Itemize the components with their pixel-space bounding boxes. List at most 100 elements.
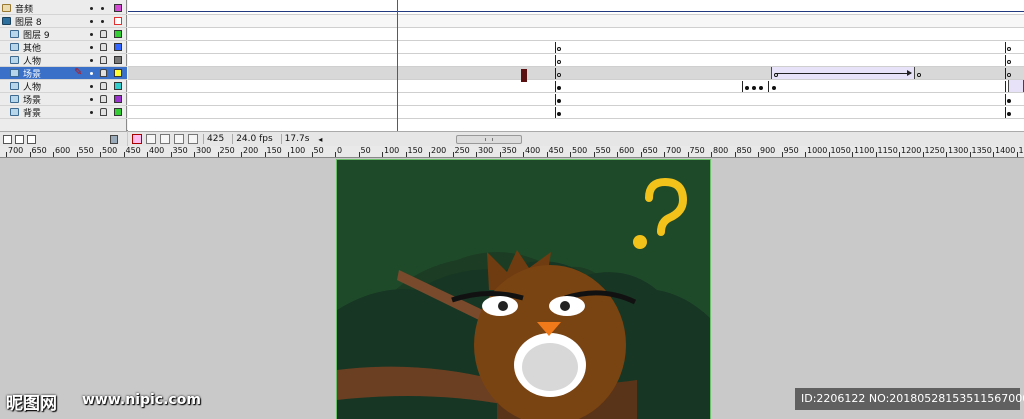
layer-row-audio[interactable]: 音频 (0, 2, 127, 15)
lock-icon[interactable] (100, 82, 107, 90)
lock-toggle[interactable] (101, 7, 104, 10)
layer-row-character-2[interactable]: 人物 (0, 80, 127, 93)
frame-row-character-1[interactable] (128, 54, 1024, 67)
layer-color-swatch[interactable] (114, 95, 122, 103)
add-motion-guide-icon[interactable] (15, 134, 24, 144)
layer-color-swatch[interactable] (114, 4, 122, 12)
frame-row-audio[interactable] (128, 2, 1024, 15)
horizontal-scrollbar[interactable] (456, 135, 522, 144)
onion-skin-outline-icon[interactable] (160, 134, 170, 144)
layer-row-scene-2[interactable]: 场景 (0, 93, 127, 106)
frame-row-folder[interactable] (128, 15, 1024, 28)
ruler-label: 450 (548, 146, 564, 155)
lock-icon[interactable] (100, 108, 107, 116)
ruler-label: 450 (125, 146, 141, 155)
visibility-toggle[interactable] (90, 72, 93, 75)
folder-layer-icon (2, 17, 11, 25)
ruler-tick (640, 152, 642, 157)
keyframe[interactable] (557, 112, 561, 116)
new-folder-icon[interactable] (27, 134, 36, 144)
empty-keyframe[interactable] (557, 47, 561, 51)
empty-keyframe[interactable] (917, 73, 921, 77)
scroll-left-icon[interactable]: ◂ (318, 135, 322, 144)
layer-color-swatch[interactable] (114, 108, 122, 116)
frame-row-character-2[interactable] (128, 80, 1024, 93)
visibility-toggle[interactable] (90, 33, 93, 36)
empty-keyframe[interactable] (557, 73, 561, 77)
lock-toggle[interactable] (101, 20, 104, 23)
onion-skin-icon[interactable] (146, 134, 156, 144)
empty-keyframe[interactable] (1007, 73, 1011, 77)
lock-icon[interactable] (100, 95, 107, 103)
visibility-toggle[interactable] (90, 59, 93, 62)
playhead[interactable] (397, 0, 398, 131)
lock-icon[interactable] (100, 69, 107, 77)
layer-row-background[interactable]: 背景 (0, 106, 127, 119)
empty-keyframe[interactable] (557, 60, 561, 64)
keyframe[interactable] (745, 86, 749, 90)
keyframe[interactable] (1007, 112, 1011, 116)
layer-row-other[interactable]: 其他 (0, 41, 127, 54)
motion-tween[interactable] (1008, 80, 1024, 92)
keyframe[interactable] (752, 86, 756, 90)
layer-row-scene-selected[interactable]: 场景 ✎ (0, 67, 127, 80)
keyframe[interactable] (557, 86, 561, 90)
keyframe[interactable] (759, 86, 763, 90)
frame-row-scene-2[interactable] (128, 93, 1024, 106)
ruler-label: 250 (219, 146, 235, 155)
center-frame-icon[interactable] (132, 134, 142, 144)
ruler-tick (264, 152, 266, 157)
visibility-toggle[interactable] (90, 46, 93, 49)
ruler-label: 1200 (901, 146, 922, 155)
layer-color-swatch[interactable] (114, 17, 122, 25)
keyframe[interactable] (557, 99, 561, 103)
frame-row-layer-9[interactable] (128, 28, 1024, 41)
new-layer-icon[interactable] (3, 134, 12, 144)
frame-row-other[interactable] (128, 41, 1024, 54)
layer-row-character-1[interactable]: 人物 (0, 54, 127, 67)
empty-keyframe[interactable] (774, 73, 778, 77)
visibility-toggle[interactable] (90, 85, 93, 88)
layer-color-swatch[interactable] (114, 43, 122, 51)
empty-keyframe[interactable] (1007, 60, 1011, 64)
edit-multiple-frames-icon[interactable] (174, 134, 184, 144)
frame-row-background[interactable] (128, 106, 1024, 119)
trash-icon[interactable] (110, 135, 118, 144)
keyframe[interactable] (1007, 99, 1011, 103)
ruler-label: 150 (266, 146, 282, 155)
frame-row-scene-selected[interactable] (128, 67, 1024, 80)
ruler-label: 300 (196, 146, 212, 155)
ruler-tick (570, 152, 571, 157)
ruler-label: 700 (8, 146, 24, 155)
visibility-toggle[interactable] (90, 98, 93, 101)
layer-row-folder-8[interactable]: 图层 8 (0, 15, 127, 28)
motion-tween[interactable] (771, 67, 915, 79)
ruler-label: 150 (407, 146, 423, 155)
layer-color-swatch[interactable] (114, 82, 122, 90)
keyframe-divider (1005, 55, 1006, 66)
visibility-toggle[interactable] (90, 7, 93, 10)
ruler-tick (523, 152, 524, 157)
visibility-toggle[interactable] (90, 20, 93, 23)
layer-color-swatch[interactable] (114, 69, 122, 77)
audio-waveform (128, 11, 1024, 12)
ruler-label: 500 (102, 146, 118, 155)
lock-icon[interactable] (100, 56, 107, 64)
visibility-toggle[interactable] (90, 111, 93, 114)
layer-row-9[interactable]: 图层 9 (0, 28, 127, 41)
ruler-label: 400 (149, 146, 165, 155)
ruler-label: 50 (313, 146, 324, 155)
empty-keyframe[interactable] (1007, 47, 1011, 51)
modify-markers-icon[interactable] (188, 134, 198, 144)
layer-color-swatch[interactable] (114, 56, 122, 64)
ruler-label: 200 (431, 146, 447, 155)
lock-icon[interactable] (100, 30, 107, 38)
frame-grid[interactable] (128, 0, 1024, 131)
lock-icon[interactable] (100, 43, 107, 51)
ruler-tick (969, 152, 971, 157)
ruler-tick (687, 152, 689, 157)
keyframe[interactable] (772, 86, 776, 90)
layer-color-swatch[interactable] (114, 30, 122, 38)
ruler-label: 650 (642, 146, 658, 155)
stage-canvas[interactable] (336, 159, 711, 419)
